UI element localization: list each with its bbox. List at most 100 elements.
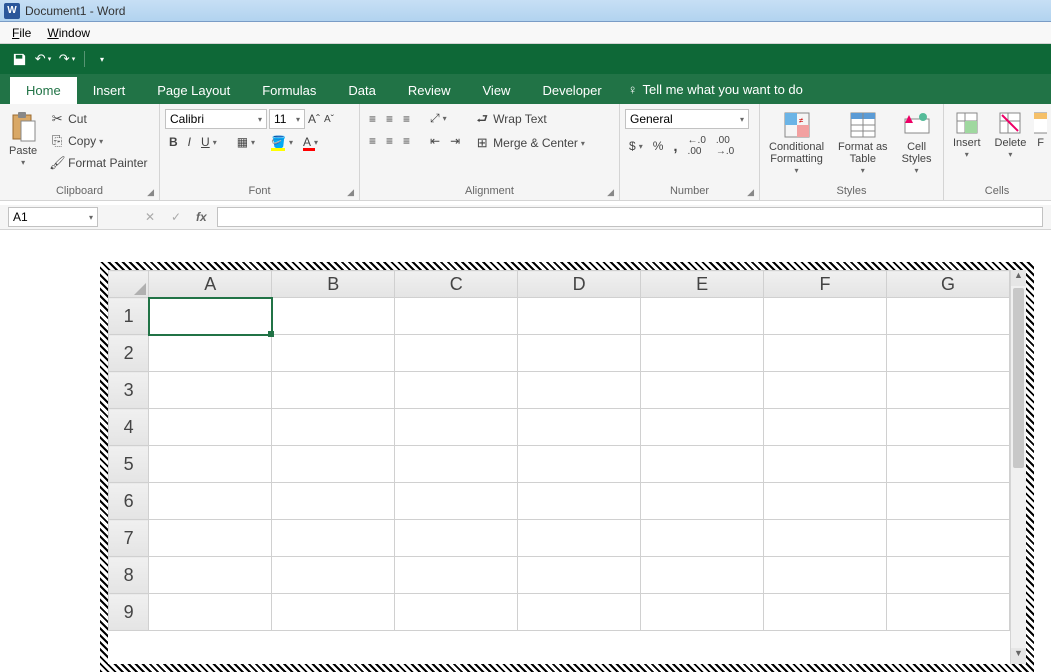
cell[interactable] <box>518 446 641 483</box>
column-header-f[interactable]: F <box>764 271 887 298</box>
scroll-up-icon[interactable]: ▲ <box>1011 270 1026 286</box>
cell[interactable] <box>887 557 1010 594</box>
cell[interactable] <box>887 298 1010 335</box>
menu-window[interactable]: Window <box>39 24 98 42</box>
increase-decimal-button[interactable]: ←.0.00 <box>684 133 710 159</box>
cell[interactable] <box>764 520 887 557</box>
row-header-3[interactable]: 3 <box>109 372 149 409</box>
align-bottom-button[interactable]: ≡ <box>399 110 414 128</box>
align-center-button[interactable]: ≡ <box>382 132 397 150</box>
conditional-formatting-button[interactable]: ≠ Conditional Formatting <box>763 107 830 180</box>
cell[interactable] <box>887 372 1010 409</box>
cell[interactable] <box>887 520 1010 557</box>
cell[interactable] <box>149 446 272 483</box>
cell[interactable] <box>518 483 641 520</box>
redo-icon[interactable]: ↷ <box>58 50 76 68</box>
orientation-button[interactable]: ⤢ <box>426 109 451 128</box>
tab-page-layout[interactable]: Page Layout <box>141 77 246 104</box>
scroll-track[interactable] <box>1011 470 1026 648</box>
row-header-6[interactable]: 6 <box>109 483 149 520</box>
underline-button[interactable]: U <box>197 133 221 151</box>
row-header-1[interactable]: 1 <box>109 298 149 335</box>
cell[interactable] <box>272 335 395 372</box>
cell[interactable] <box>149 594 272 631</box>
cell[interactable] <box>641 594 764 631</box>
cell[interactable] <box>395 520 518 557</box>
cell[interactable] <box>272 557 395 594</box>
cell[interactable] <box>887 409 1010 446</box>
cell[interactable] <box>395 409 518 446</box>
row-header-8[interactable]: 8 <box>109 557 149 594</box>
align-right-button[interactable]: ≡ <box>399 132 414 150</box>
cell[interactable] <box>887 594 1010 631</box>
cell[interactable] <box>764 483 887 520</box>
increase-font-button[interactable]: Aˆ <box>307 110 321 128</box>
cell[interactable] <box>395 335 518 372</box>
percent-button[interactable]: % <box>649 137 668 155</box>
cell[interactable] <box>764 335 887 372</box>
tell-me-search[interactable]: ♀ Tell me what you want to do <box>618 74 813 104</box>
cell[interactable] <box>518 557 641 594</box>
font-color-button[interactable]: A <box>299 133 322 151</box>
cell[interactable] <box>272 409 395 446</box>
cell[interactable] <box>641 520 764 557</box>
row-header-9[interactable]: 9 <box>109 594 149 631</box>
cell[interactable] <box>272 483 395 520</box>
column-header-e[interactable]: E <box>641 271 764 298</box>
cell[interactable] <box>641 557 764 594</box>
alignment-launcher-icon[interactable]: ◢ <box>607 187 614 198</box>
cell[interactable] <box>641 372 764 409</box>
cell[interactable] <box>518 594 641 631</box>
column-header-c[interactable]: C <box>395 271 518 298</box>
tab-data[interactable]: Data <box>332 77 391 104</box>
row-header-2[interactable]: 2 <box>109 335 149 372</box>
cell-styles-button[interactable]: Cell Styles <box>896 107 938 180</box>
vertical-scrollbar[interactable]: ▲ ▼ <box>1010 270 1026 664</box>
name-box[interactable]: A1▾ <box>8 207 98 227</box>
tab-formulas[interactable]: Formulas <box>246 77 332 104</box>
row-header-5[interactable]: 5 <box>109 446 149 483</box>
column-header-d[interactable]: D <box>518 271 641 298</box>
cell[interactable] <box>641 483 764 520</box>
cell[interactable] <box>518 520 641 557</box>
tab-view[interactable]: View <box>467 77 527 104</box>
decrease-font-button[interactable]: Aˇ <box>323 112 335 127</box>
increase-indent-button[interactable]: ⇥ <box>446 132 464 150</box>
align-top-button[interactable]: ≡ <box>365 110 380 128</box>
merge-center-button[interactable]: ⊞Merge & Center <box>470 133 589 153</box>
cell[interactable] <box>641 298 764 335</box>
font-size-select[interactable]: 11▾ <box>269 109 305 129</box>
row-header-4[interactable]: 4 <box>109 409 149 446</box>
font-launcher-icon[interactable]: ◢ <box>347 187 354 198</box>
cell[interactable] <box>272 446 395 483</box>
paste-button[interactable]: Paste ▾ <box>3 107 43 172</box>
cell[interactable] <box>518 372 641 409</box>
align-middle-button[interactable]: ≡ <box>382 110 397 128</box>
column-header-b[interactable]: B <box>272 271 395 298</box>
menu-file[interactable]: File <box>4 24 39 42</box>
cell[interactable] <box>764 409 887 446</box>
comma-button[interactable]: , <box>669 136 681 157</box>
cell[interactable] <box>764 372 887 409</box>
scroll-thumb[interactable] <box>1013 288 1024 468</box>
cell[interactable] <box>764 594 887 631</box>
qat-customize-icon[interactable]: ▾ <box>93 50 111 68</box>
cell[interactable] <box>395 483 518 520</box>
cell[interactable] <box>518 409 641 446</box>
format-as-table-button[interactable]: Format as Table <box>832 107 894 180</box>
font-name-select[interactable]: Calibri▾ <box>165 109 267 129</box>
clipboard-launcher-icon[interactable]: ◢ <box>147 187 154 198</box>
cell[interactable] <box>395 298 518 335</box>
cut-button[interactable]: ✂Cut <box>45 109 151 129</box>
cell[interactable] <box>149 483 272 520</box>
accounting-format-button[interactable]: $ <box>625 137 647 155</box>
number-launcher-icon[interactable]: ◢ <box>747 187 754 198</box>
save-icon[interactable] <box>10 50 28 68</box>
align-left-button[interactable]: ≡ <box>365 132 380 150</box>
formula-input[interactable] <box>217 207 1043 227</box>
border-button[interactable]: ▦ <box>233 133 259 151</box>
cell[interactable] <box>518 298 641 335</box>
cell-a1[interactable] <box>149 298 272 335</box>
cell[interactable] <box>272 298 395 335</box>
cell[interactable] <box>764 446 887 483</box>
